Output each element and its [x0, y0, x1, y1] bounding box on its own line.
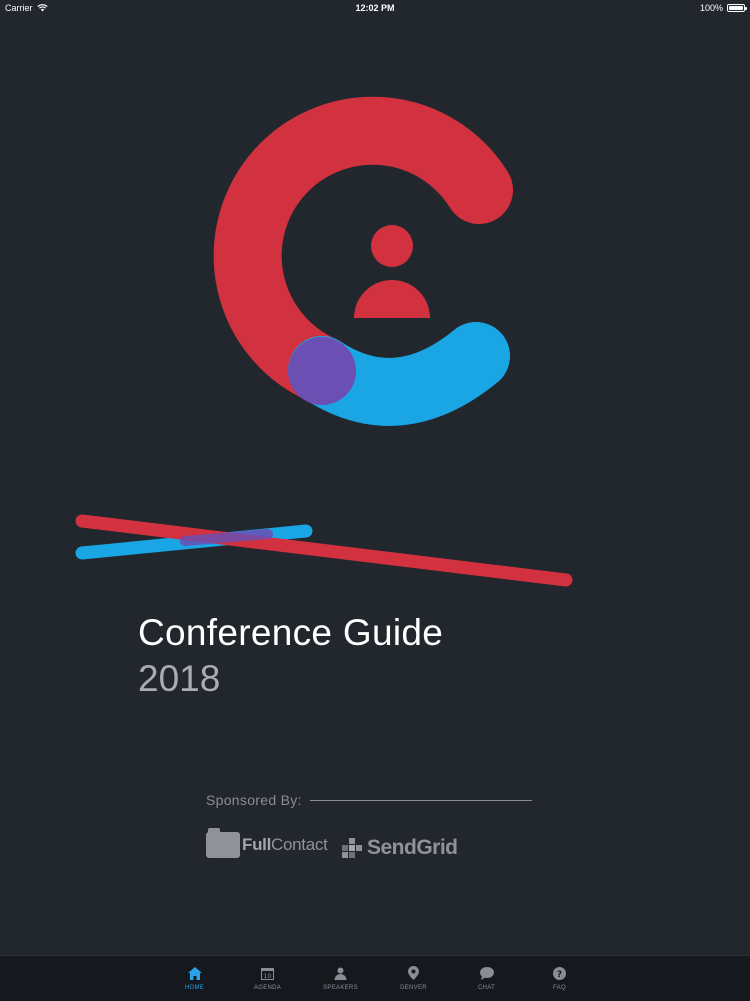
tab-home[interactable]: HOME — [158, 956, 231, 991]
tab-denver[interactable]: DENVER — [377, 956, 450, 991]
sponsored-by-row: Sponsored By: — [206, 792, 532, 808]
sendgrid-icon — [342, 838, 362, 858]
sponsored-by-label: Sponsored By: — [206, 792, 302, 808]
page-year: 2018 — [138, 658, 221, 699]
logo-person-body — [354, 280, 430, 318]
person-icon — [333, 965, 349, 981]
question-icon: ? — [552, 965, 568, 981]
tab-chat[interactable]: CHAT — [450, 956, 523, 991]
tab-faq[interactable]: ? FAQ — [523, 956, 596, 991]
tab-speakers-label: SPEAKERS — [323, 985, 358, 991]
stripe-overlap — [180, 529, 273, 546]
tab-agenda[interactable]: 10 AGENDA — [231, 956, 304, 991]
tab-speakers[interactable]: SPEAKERS — [304, 956, 377, 991]
tab-bar: HOME 10 AGENDA SPEAKERS DENVER CHAT ? FA… — [0, 955, 750, 1001]
page-title: Conference Guide — [138, 612, 444, 653]
chat-bubble-icon — [479, 965, 495, 981]
conference-logo — [75, 96, 573, 587]
sponsored-divider — [309, 799, 532, 801]
fullcontact-card-icon — [206, 828, 240, 858]
logo-person-head — [371, 225, 413, 267]
tab-faq-label: FAQ — [553, 985, 566, 991]
location-pin-icon — [406, 965, 422, 981]
tab-denver-label: DENVER — [400, 985, 427, 991]
tab-agenda-label: AGENDA — [253, 985, 282, 991]
fullcontact-wordmark: FullContact — [242, 835, 328, 854]
tab-home-label: HOME — [184, 985, 205, 991]
home-icon — [187, 965, 203, 981]
title-block: Conference Guide 2018 — [138, 610, 443, 702]
logo-red-arc — [213, 96, 513, 404]
svg-text:10: 10 — [264, 973, 272, 980]
tab-chat-label: CHAT — [477, 985, 496, 991]
sponsor-sendgrid-logo[interactable]: SendGrid — [342, 836, 458, 860]
logo-purple-dot — [288, 337, 356, 405]
calendar-icon: 10 — [260, 965, 276, 981]
tab-list: HOME 10 AGENDA SPEAKERS DENVER CHAT ? FA… — [158, 956, 596, 991]
sponsor-fullcontact-logo[interactable]: FullContact — [206, 828, 328, 858]
sendgrid-wordmark: SendGrid — [367, 836, 458, 859]
svg-text:?: ? — [557, 970, 562, 980]
